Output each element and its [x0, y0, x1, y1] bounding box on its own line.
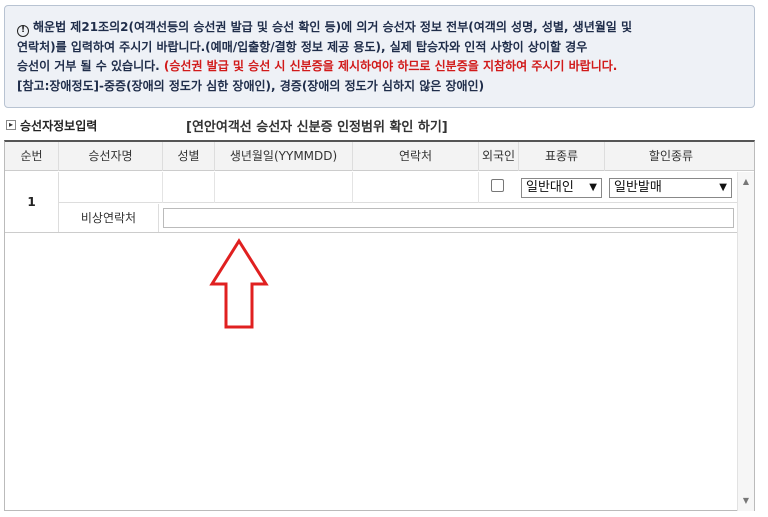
notice-line-4: [참고:장애정도]-중증(장애의 정도가 심한 장애인), 경증(장애의 정도가… — [17, 78, 485, 93]
chevron-down-icon: ▼ — [589, 182, 597, 193]
header-birth: 생년월일(YYMMDD) — [215, 142, 353, 171]
birth-input[interactable] — [215, 172, 353, 203]
scroll-up-icon[interactable]: ▲ — [738, 174, 754, 190]
red-up-arrow-icon — [209, 238, 269, 329]
section-header: ▸ 승선자정보입력 [연안여객선 승선자 신분증 인정범위 확인 하기] — [4, 114, 755, 138]
header-ticket-type: 표종류 — [519, 142, 605, 171]
passenger-grid: 순번 승선자명 성별 생년월일(YYMMDD) 연락처 외국인 표종류 할인종류… — [4, 140, 755, 511]
emergency-contact-input[interactable] — [163, 208, 734, 228]
notice-line-1: ! 해운법 제21조의2(여객선등의 승선권 발급 및 승선 확인 등)에 의거 … — [17, 18, 744, 38]
discount-type-select[interactable]: 일반발매 ▼ — [609, 178, 732, 198]
passenger-name-input[interactable] — [59, 172, 163, 203]
vertical-scrollbar[interactable]: ▲ ▼ — [737, 172, 754, 511]
notice-line-3: 승선이 거부 될 수 있습니다. (승선권 발급 및 승선 시 신분증을 제시하… — [17, 59, 618, 73]
emergency-contact-label: 비상연락처 — [59, 204, 159, 232]
grid-header: 순번 승선자명 성별 생년월일(YYMMDD) 연락처 외국인 표종류 할인종류 — [5, 142, 754, 171]
foreigner-checkbox[interactable] — [491, 179, 504, 192]
notice-line-2: 연락처)를 입력하여 주시기 바랍니다.(예매/입출항/결항 정보 제공 용도)… — [17, 39, 588, 54]
contact-input[interactable] — [353, 172, 479, 203]
notice-box: ! 해운법 제21조의2(여객선등의 승선권 발급 및 승선 확인 등)에 의거 … — [4, 5, 755, 108]
chevron-down-icon: ▼ — [719, 182, 727, 193]
header-gender: 성별 — [163, 142, 215, 171]
scroll-down-icon[interactable]: ▼ — [738, 493, 754, 509]
gender-input[interactable] — [163, 172, 215, 203]
section-title: 승선자정보입력 — [20, 119, 98, 133]
chevron-right-icon: ▸ — [6, 120, 16, 130]
header-foreigner: 외국인 — [479, 142, 519, 171]
exclamation-circle-icon: ! — [17, 25, 29, 37]
header-seq: 순번 — [5, 142, 59, 171]
header-name: 승선자명 — [59, 142, 163, 171]
ticket-type-select[interactable]: 일반대인 ▼ — [521, 178, 602, 198]
row-divider — [5, 232, 737, 233]
id-range-link[interactable]: [연안여객선 승선자 신분증 인정범위 확인 하기] — [186, 116, 448, 135]
notice-warning-red: (승선권 발급 및 승선 시 신분증을 제시하여야 하므로 신분증을 지참하여 … — [163, 59, 618, 73]
header-contact: 연락처 — [353, 142, 479, 171]
row-number: 1 — [5, 172, 59, 232]
header-discount-type: 할인종류 — [648, 149, 694, 163]
